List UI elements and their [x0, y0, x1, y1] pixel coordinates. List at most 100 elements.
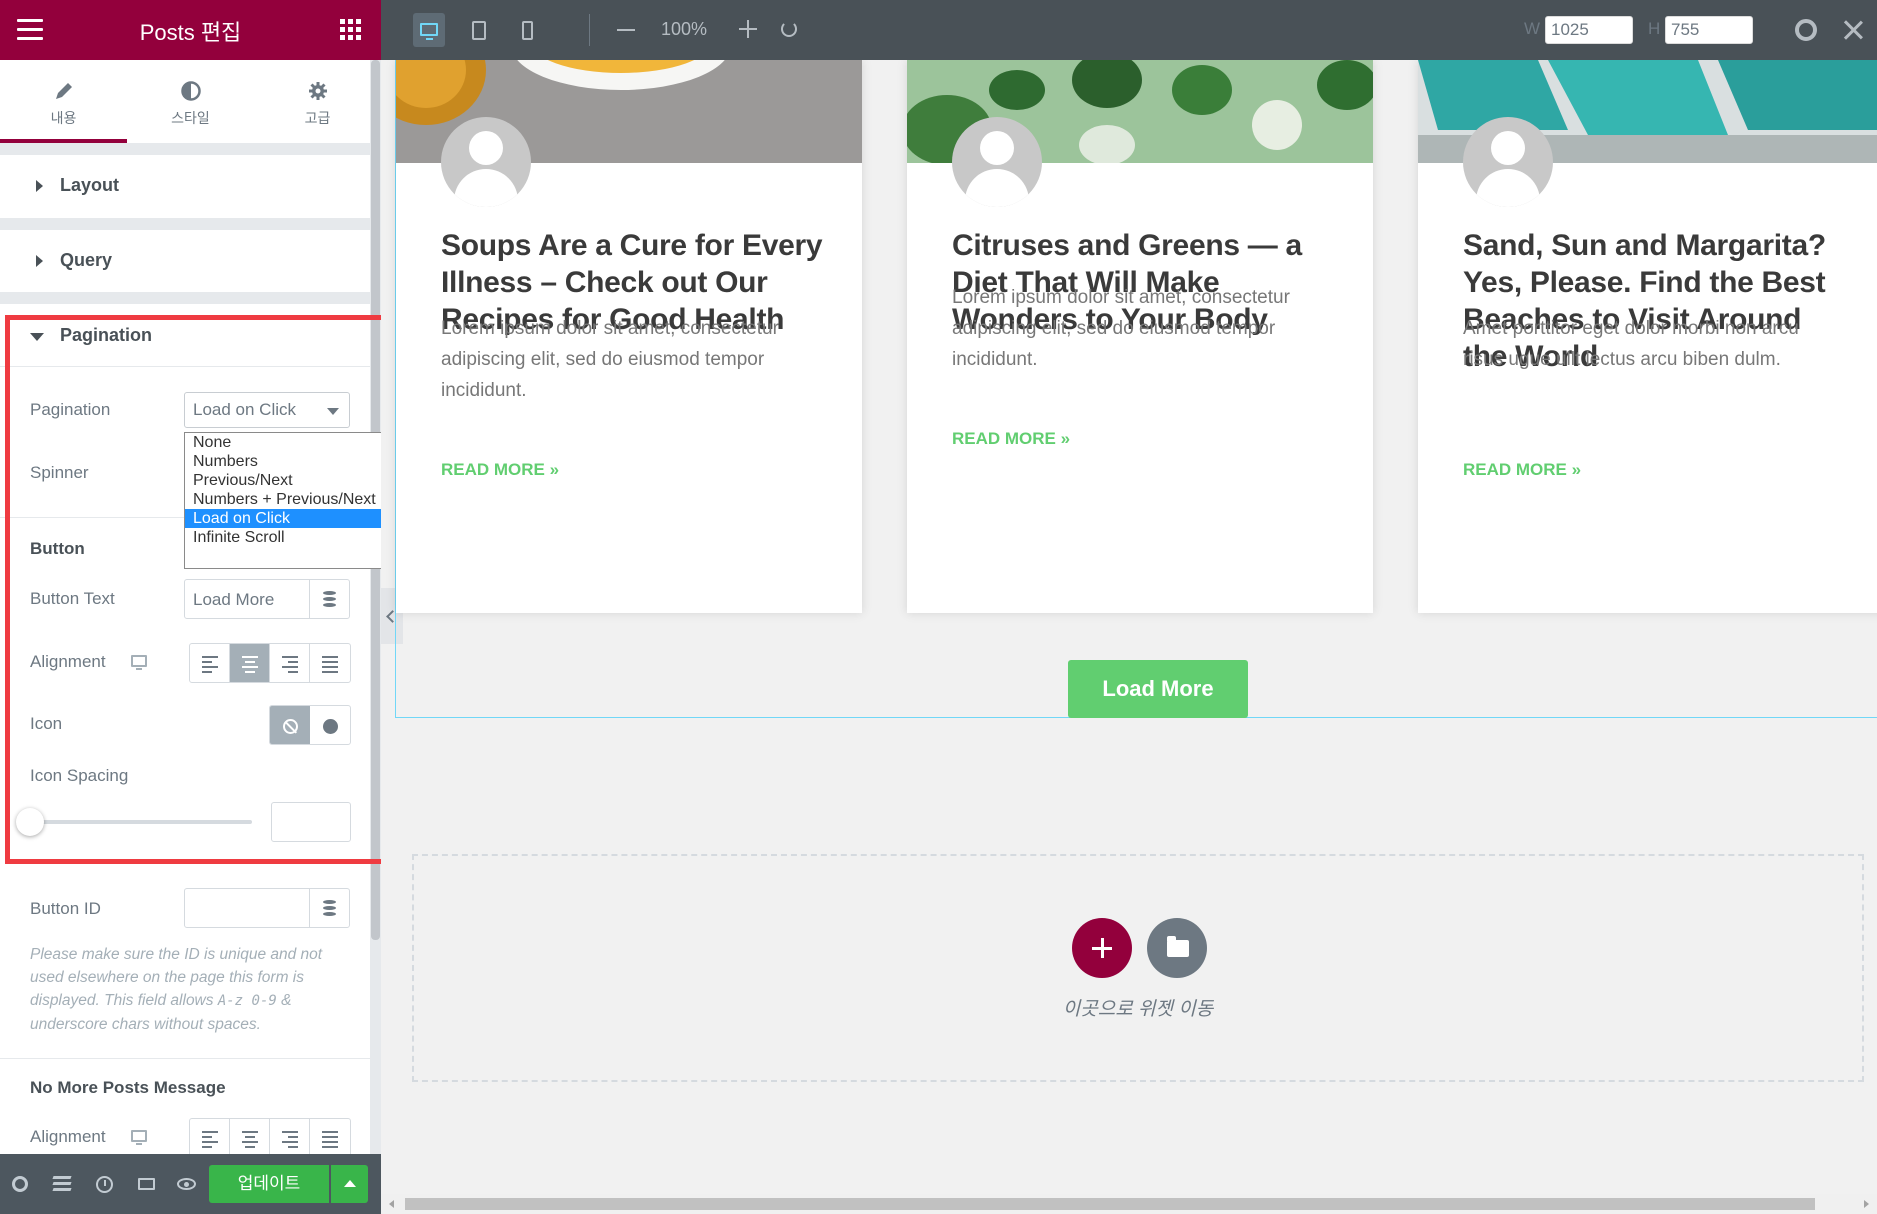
pagination-option[interactable]: Numbers + Previous/Next	[185, 490, 381, 509]
history-icon[interactable]	[96, 1176, 113, 1193]
gear-icon[interactable]	[1795, 19, 1817, 41]
align-justify-button[interactable]	[310, 1119, 350, 1157]
responsive-toolbar: 100% W 1025 H 755	[381, 0, 1877, 60]
icon-spacing-slider[interactable]	[30, 820, 252, 824]
divider	[0, 143, 370, 155]
scroll-left-icon[interactable]	[389, 1200, 394, 1208]
update-options-button[interactable]	[331, 1165, 368, 1203]
button-id-input[interactable]	[184, 888, 350, 928]
desktop-icon	[420, 23, 438, 40]
pagination-option[interactable]: Infinite Scroll	[185, 528, 381, 547]
preview-icon[interactable]	[177, 1178, 196, 1190]
folder-icon	[1167, 936, 1189, 957]
add-template-button[interactable]	[1147, 918, 1207, 978]
button-text-label: Button Text	[30, 589, 115, 608]
icon-spacing-label: Icon Spacing	[30, 766, 129, 785]
button-text-input[interactable]: Load More	[184, 579, 350, 619]
tab-content[interactable]: 내용	[0, 60, 127, 143]
align-justify-button[interactable]	[310, 644, 350, 682]
alignment-buttons-2	[189, 1118, 351, 1158]
pagination-option[interactable]: None	[185, 433, 381, 452]
align-left-button[interactable]	[190, 1119, 230, 1157]
tablet-device-button[interactable]	[463, 13, 495, 47]
divider	[0, 292, 370, 304]
alignment-label: Alignment	[30, 652, 106, 671]
help-code: A-z 0-9	[217, 993, 277, 1009]
tab-style[interactable]: 스타일	[127, 60, 254, 143]
desktop-device-button[interactable]	[413, 13, 445, 47]
pagination-select-value: Load on Click	[193, 400, 297, 419]
scroll-right-icon[interactable]	[1864, 1200, 1869, 1208]
align-left-icon	[202, 1131, 218, 1151]
section-layout[interactable]: Layout	[0, 155, 370, 217]
read-more-link[interactable]: READ MORE »	[952, 429, 1070, 449]
add-section-dropzone[interactable]: 이곳으로 위젯 이동	[412, 854, 1864, 1082]
scrollbar-thumb[interactable]	[405, 1198, 1815, 1210]
caret-down-icon	[30, 333, 44, 341]
database-icon	[323, 900, 336, 916]
pagination-option[interactable]: Load on Click	[185, 509, 381, 528]
pagination-option[interactable]: Previous/Next	[185, 471, 381, 490]
read-more-link[interactable]: READ MORE »	[1463, 460, 1581, 480]
section-pagination[interactable]: Pagination	[0, 305, 370, 367]
add-section-button[interactable]	[1072, 918, 1132, 978]
align-center-icon	[242, 656, 258, 676]
responsive-mode-icon[interactable]	[138, 1178, 155, 1190]
widgets-grid-icon[interactable]	[340, 19, 361, 40]
reset-zoom-icon[interactable]	[781, 21, 797, 37]
section-query[interactable]: Query	[0, 230, 370, 292]
icon-circle-button[interactable]	[310, 706, 350, 744]
post-excerpt: Amet porttitor eget dolor morbi non arcu…	[1463, 318, 1799, 370]
zoom-out-icon[interactable]	[617, 29, 635, 31]
panel-scrollbar[interactable]	[370, 60, 381, 1154]
toolbar-divider	[589, 14, 590, 46]
align-justify-icon	[322, 1131, 338, 1151]
panel-tabs: 내용 스타일 고급	[0, 60, 381, 143]
button-text-value: Load More	[193, 590, 275, 609]
mobile-device-button[interactable]	[511, 13, 543, 47]
align-left-button[interactable]	[190, 644, 230, 682]
pagination-select[interactable]: Load on Click	[184, 392, 350, 428]
circle-icon	[323, 719, 338, 734]
read-more-link[interactable]: READ MORE »	[441, 460, 559, 480]
tab-content-label: 내용	[50, 110, 77, 126]
desktop-icon[interactable]	[131, 1130, 147, 1145]
post-card: Citruses and Greens — a Diet That Will M…	[907, 60, 1373, 613]
align-right-button[interactable]	[270, 1119, 310, 1157]
pencil-icon	[55, 83, 72, 99]
post-card: Sand, Sun and Margarita? Yes, Please. Fi…	[1418, 60, 1877, 613]
button-id-label: Button ID	[30, 899, 101, 918]
divider	[0, 218, 370, 230]
dynamic-tags-button[interactable]	[309, 580, 349, 618]
height-input[interactable]: 755	[1665, 16, 1753, 44]
post-card: Soups Are a Cure for Every Illness – Che…	[396, 60, 862, 613]
icon-choice	[269, 705, 351, 745]
width-input[interactable]: 1025	[1545, 16, 1633, 44]
align-justify-icon	[322, 656, 338, 676]
posts-widget[interactable]: Soups Are a Cure for Every Illness – Che…	[395, 60, 1877, 718]
panel-title: Posts 편집	[139, 20, 242, 45]
section-layout-label: Layout	[60, 175, 120, 195]
slider-handle[interactable]	[16, 808, 44, 836]
author-avatar	[952, 117, 1042, 207]
navigator-icon[interactable]	[52, 1176, 72, 1191]
zoom-in-icon[interactable]	[739, 20, 757, 38]
icon-none-button[interactable]	[270, 706, 310, 744]
button-id-help: Please make sure the ID is unique and no…	[30, 943, 350, 1036]
align-center-button[interactable]	[230, 644, 270, 682]
pagination-option[interactable]: Numbers	[185, 452, 381, 471]
width-label: W	[1524, 19, 1541, 38]
dynamic-tags-button[interactable]	[309, 889, 349, 927]
align-center-button[interactable]	[230, 1119, 270, 1157]
tab-style-label: 스타일	[171, 110, 210, 126]
load-more-button[interactable]: Load More	[1068, 660, 1248, 718]
settings-icon[interactable]	[12, 1176, 28, 1192]
update-button[interactable]: 업데이트	[209, 1165, 329, 1203]
tab-advanced[interactable]: 고급	[254, 60, 381, 143]
align-right-icon	[282, 1131, 298, 1151]
desktop-icon[interactable]	[131, 655, 147, 670]
align-right-button[interactable]	[270, 644, 310, 682]
close-icon[interactable]	[1842, 19, 1864, 41]
icon-spacing-input[interactable]	[271, 802, 351, 842]
horizontal-scrollbar[interactable]	[381, 1194, 1877, 1214]
